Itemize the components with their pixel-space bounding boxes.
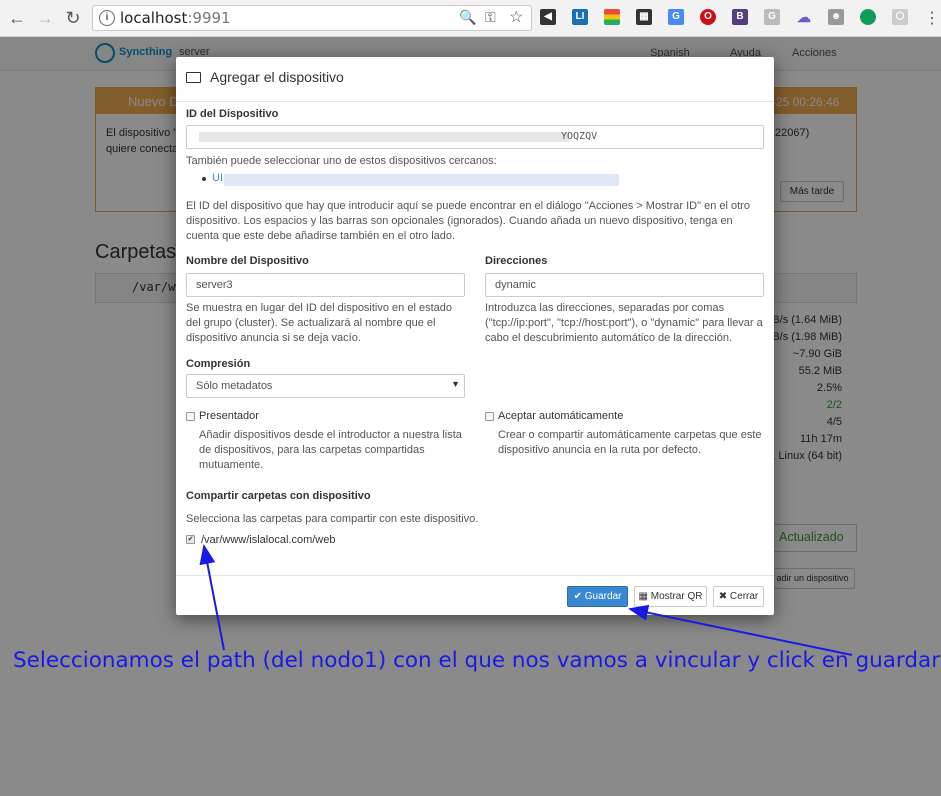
arrow-to-folder-checkbox <box>199 544 225 651</box>
annotation-text: Seleccionamos el path (del nodo1) con el… <box>13 648 941 673</box>
annotation-arrows <box>199 544 853 656</box>
